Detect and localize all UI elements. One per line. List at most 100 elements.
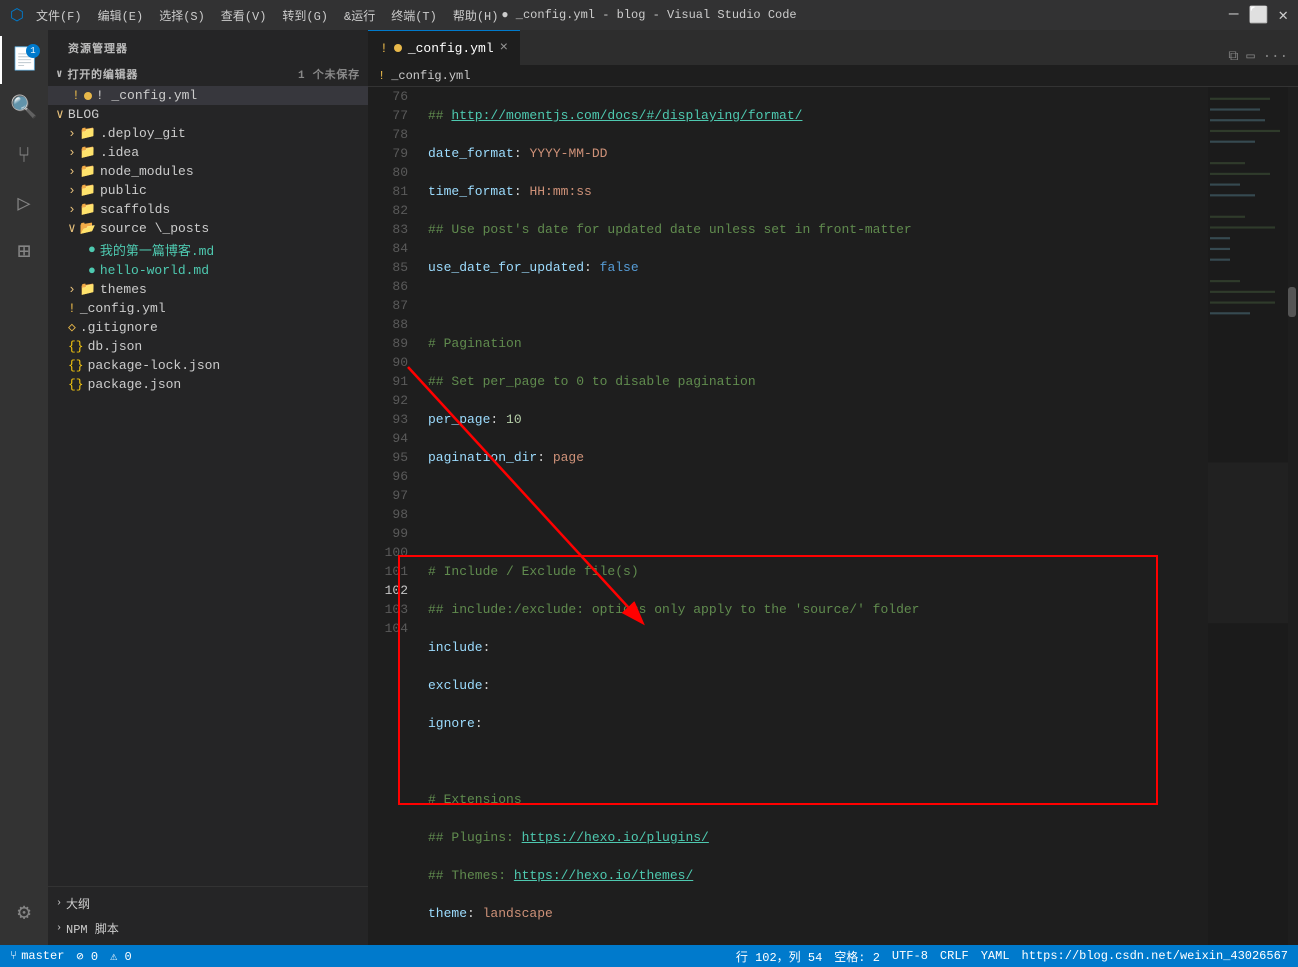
tab-close-button[interactable]: × [500, 40, 508, 56]
sidebar-item-first-blog[interactable]: ● 我的第一篇博客.md [48, 238, 368, 261]
branch-icon: ⑂ [10, 949, 17, 963]
split-editor-icon[interactable]: ⧉ [1228, 49, 1238, 65]
sidebar-item-package-lock[interactable]: {} package-lock.json [48, 356, 368, 375]
sidebar-item-deploy-git[interactable]: › 📁 .deploy_git [48, 124, 368, 143]
outline-section[interactable]: › 大纲 [48, 891, 368, 916]
folder-icon: 📁 [80, 282, 96, 297]
sidebar-item-node-modules[interactable]: › 📁 node_modules [48, 162, 368, 181]
folder-name: public [100, 183, 147, 198]
line-num-92: 92 [368, 391, 408, 410]
line-num-100: 100 [368, 543, 408, 562]
breadcrumb-filename: _config.yml [391, 69, 470, 83]
sidebar-item-gitignore[interactable]: ◇ .gitignore [48, 318, 368, 337]
code-editor[interactable]: 76 77 78 79 80 81 82 83 84 85 86 87 88 8… [368, 87, 1298, 945]
menu-file[interactable]: 文件(F) [36, 7, 82, 24]
indentation: 空格: 2 [834, 948, 880, 965]
line-num-102: 102 [368, 581, 408, 600]
open-file-config[interactable]: ! ! _config.yml [48, 86, 368, 105]
code-line-94: # Extensions [428, 790, 1208, 809]
line-num-96: 96 [368, 467, 408, 486]
sidebar-item-config-yml[interactable]: ! _config.yml [48, 299, 368, 318]
project-root[interactable]: ∨ BLOG [48, 105, 368, 124]
menu-run[interactable]: &运行 [344, 7, 375, 24]
menu-help[interactable]: 帮助(H) [453, 7, 499, 24]
sidebar-item-scaffolds[interactable]: › 📁 scaffolds [48, 200, 368, 219]
file-icon: ● [88, 263, 96, 278]
chevron-right-icon: › [56, 923, 62, 934]
code-line-89: ## include:/exclude: options only apply … [428, 600, 1208, 619]
folder-name: themes [100, 282, 147, 297]
folder-icon: 📁 [80, 202, 96, 217]
activity-bar-extensions[interactable]: ⊞ [0, 228, 48, 276]
menu-edit[interactable]: 编辑(E) [98, 7, 144, 24]
code-line-82: # Pagination [428, 334, 1208, 353]
editor-area: ! _config.yml × ⧉ ▭ ··· ! _config.yml 76… [368, 30, 1298, 945]
activity-bar-settings[interactable]: ⚙ [0, 889, 48, 937]
sidebar-item-themes[interactable]: › 📁 themes [48, 280, 368, 299]
feedback-link[interactable]: https://blog.csdn.net/weixin_43026567 [1022, 949, 1288, 963]
code-line-95: ## Plugins: https://hexo.io/plugins/ [428, 828, 1208, 847]
tab-modified-dot [394, 44, 402, 52]
menu-terminal[interactable]: 终端(T) [391, 7, 437, 24]
file-name: 我的第一篇博客.md [100, 240, 214, 259]
line-num-78: 78 [368, 125, 408, 144]
code-line-87 [428, 524, 1208, 543]
line-num-80: 80 [368, 163, 408, 182]
language-mode[interactable]: YAML [981, 949, 1010, 963]
line-numbers: 76 77 78 79 80 81 82 83 84 85 86 87 88 8… [368, 87, 418, 945]
menu-goto[interactable]: 转到(G) [282, 7, 328, 24]
sidebar-item-hello-world[interactable]: ● hello-world.md [48, 261, 368, 280]
sidebar-item-db-json[interactable]: {} db.json [48, 337, 368, 356]
file-icon: ● [88, 242, 96, 257]
code-line-80: use_date_for_updated: false [428, 258, 1208, 277]
folder-name: .idea [100, 145, 139, 160]
diamond-icon: ◇ [68, 320, 76, 335]
activity-bar-explorer[interactable]: 📄 1 [0, 36, 48, 84]
activity-bar-bottom: ⚙ [0, 889, 48, 945]
code-content[interactable]: ## http://momentjs.com/docs/#/displaying… [418, 87, 1208, 945]
code-line-93 [428, 752, 1208, 771]
sidebar-item-source-posts[interactable]: ∨ 📂 source \_posts [48, 219, 368, 238]
window-controls[interactable]: — ⬜ ✕ [1229, 5, 1288, 25]
tab-config-yml[interactable]: ! _config.yml × [368, 30, 520, 65]
more-actions-icon[interactable]: ··· [1263, 49, 1288, 65]
code-line-97: theme: landscape [428, 904, 1208, 923]
code-line-77: date_format: YYYY-MM-DD [428, 144, 1208, 163]
search-icon: 🔍 [10, 95, 37, 121]
line-num-90: 90 [368, 353, 408, 372]
folder-icon: 📁 [80, 145, 96, 160]
extensions-icon: ⊞ [17, 239, 30, 265]
code-line-81 [428, 296, 1208, 315]
line-num-95: 95 [368, 448, 408, 467]
chevron-right-icon: › [68, 126, 76, 141]
sidebar-title: 资源管理器 [48, 30, 368, 62]
activity-bar-debug[interactable]: ▷ [0, 180, 48, 228]
minimize-button[interactable]: — [1229, 5, 1239, 25]
folder-icon: 📁 [80, 164, 96, 179]
activity-bar-search[interactable]: 🔍 [0, 84, 48, 132]
chevron-down-icon: ∨ [68, 221, 76, 236]
activity-bar-git[interactable]: ⑂ [0, 132, 48, 180]
tab-exclamation-icon: ! [380, 41, 388, 56]
menu-select[interactable]: 选择(S) [159, 7, 205, 24]
open-editors-section[interactable]: ∨ 打开的编辑器 1 个未保存 [48, 62, 368, 86]
npm-section[interactable]: › NPM 脚本 [48, 916, 368, 941]
main-layout: 📄 1 🔍 ⑂ ▷ ⊞ ⚙ 资源管理器 ∨ 打开的编辑器 1 个未保存 [0, 30, 1298, 945]
sidebar-item-public[interactable]: › 📁 public [48, 181, 368, 200]
line-num-81: 81 [368, 182, 408, 201]
sidebar-item-idea[interactable]: › 📁 .idea [48, 143, 368, 162]
line-num-94: 94 [368, 429, 408, 448]
chevron-right-icon: › [68, 145, 76, 160]
status-bar-left: ⑂ master ⊘ 0 ⚠ 0 [10, 949, 132, 964]
maximize-button[interactable]: ⬜ [1248, 5, 1268, 25]
vertical-scrollbar[interactable] [1288, 87, 1298, 945]
scrollbar-thumb[interactable] [1288, 287, 1296, 317]
cursor-position: 行 102，列 54 [736, 948, 822, 965]
close-button[interactable]: ✕ [1278, 5, 1288, 25]
sidebar-item-package-json[interactable]: {} package.json [48, 375, 368, 394]
title-bar-menu[interactable]: 文件(F) 编辑(E) 选择(S) 查看(V) 转到(G) &运行 终端(T) … [36, 7, 498, 24]
menu-view[interactable]: 查看(V) [221, 7, 267, 24]
toggle-panel-icon[interactable]: ▭ [1246, 48, 1254, 65]
line-num-99: 99 [368, 524, 408, 543]
file-name: db.json [88, 339, 143, 354]
